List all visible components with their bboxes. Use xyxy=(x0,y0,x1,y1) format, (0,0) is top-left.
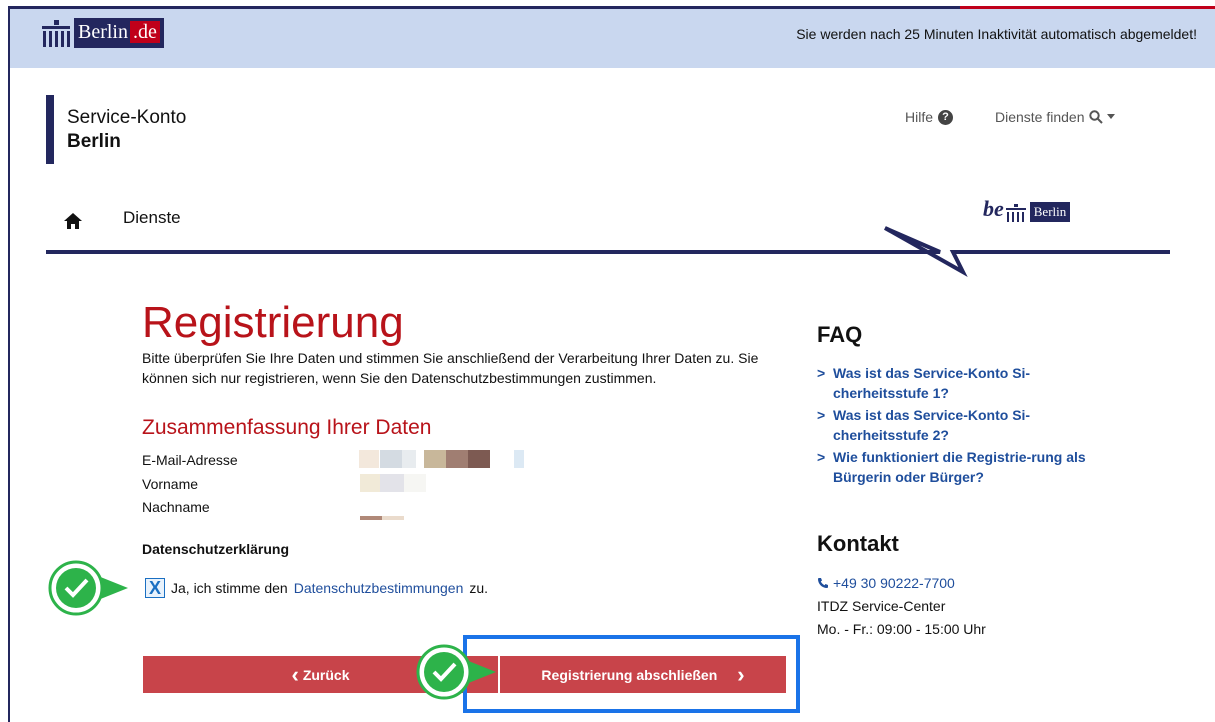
email-label: E-Mail-Adresse xyxy=(142,452,238,468)
faq-link[interactable]: Was ist das Service-Konto Si-cherheitsst… xyxy=(817,405,1107,445)
page-title: Registrierung xyxy=(142,298,404,347)
checkmark-badge-icon xyxy=(48,560,130,621)
consent-prefix: Ja, ich stimme den xyxy=(171,580,288,596)
back-button-label: Zurück xyxy=(302,666,350,683)
nav-divider-line xyxy=(46,226,1170,277)
chevron-left-icon: ‹ xyxy=(291,661,299,687)
lastname-label: Nachname xyxy=(142,499,210,515)
highlight-box xyxy=(463,635,800,713)
summary-title: Zusammenfassung Ihrer Daten xyxy=(142,416,432,439)
consent-row: X Ja, ich stimme den Datenschutzbestimmu… xyxy=(145,578,488,598)
consent-checkbox[interactable]: X xyxy=(145,578,165,598)
faq-link[interactable]: Was ist das Service-Konto Si-cherheitsst… xyxy=(817,363,1107,403)
phone-number: +49 30 90222-7700 xyxy=(833,575,955,591)
opening-hours: Mo. - Fr.: 09:00 - 15:00 Uhr xyxy=(817,621,986,637)
faq-list: Was ist das Service-Konto Si-cherheitsst… xyxy=(817,363,1107,489)
consent-suffix: zu. xyxy=(469,580,489,596)
checkmark-badge-icon xyxy=(416,644,498,705)
phone-link[interactable]: +49 30 90222-7700 xyxy=(817,575,955,591)
faq-link[interactable]: Wie funktioniert die Registrie-rung als … xyxy=(817,447,1107,487)
privacy-policy-link[interactable]: Datenschutzbestimmungen xyxy=(294,580,464,596)
phone-icon xyxy=(818,578,828,588)
faq-title: FAQ xyxy=(817,322,863,347)
intro-text: Bitte überprüfen Sie Ihre Daten und stim… xyxy=(142,350,759,386)
contact-title: Kontakt xyxy=(817,531,899,556)
privacy-title: Datenschutzerklärung xyxy=(142,541,290,557)
firstname-label: Vorname xyxy=(142,476,199,492)
service-center: ITDZ Service-Center xyxy=(817,598,946,614)
